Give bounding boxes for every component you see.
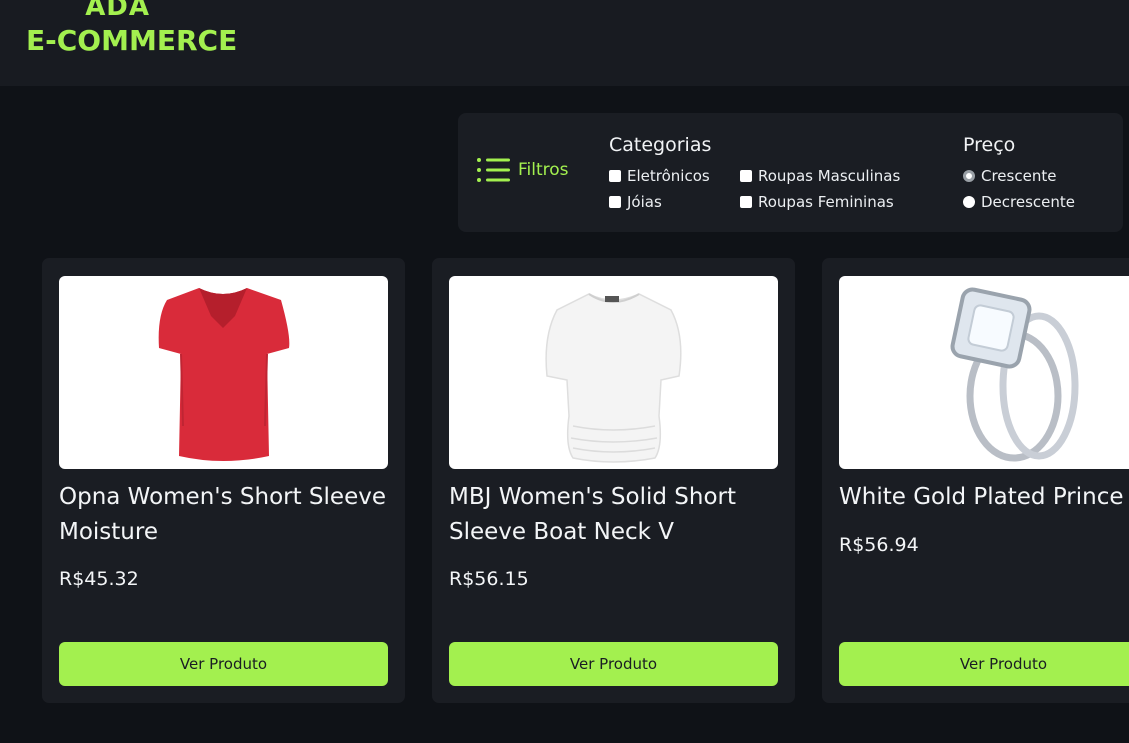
product-title[interactable]: White Gold Plated Prince [839,480,1129,515]
logo-line-1: ADA [85,0,151,22]
list-menu-icon [477,158,510,182]
product-image[interactable] [839,276,1129,469]
price-title: Preço [963,134,1016,156]
logo[interactable]: ADA E-COMMERCE [26,0,237,58]
filters-label: Filtros [518,160,569,180]
ring-image [950,287,1079,462]
header: ADA E-COMMERCE [0,0,1129,86]
view-product-button[interactable]: Ver Produto [839,642,1129,686]
product-card: Opna Women's Short Sleeve Moisture R$45.… [42,258,405,703]
product-card: White Gold Plated Prince R$56.94 Ver Pro… [822,258,1129,703]
white-top-image [545,293,682,463]
checkbox[interactable] [740,170,752,182]
category-label: Roupas Femininas [758,193,894,211]
red-tshirt-image [158,288,290,461]
category-roupas-masculinas[interactable]: Roupas Masculinas [740,167,900,185]
price-decrescente[interactable]: Decrescente [963,193,1075,211]
category-label: Roupas Masculinas [758,167,901,185]
price-option-label: Crescente [981,167,1057,185]
category-label: Jóias [627,193,662,211]
category-label: Eletrônicos [627,167,710,185]
checkbox[interactable] [609,196,621,208]
view-product-button[interactable]: Ver Produto [59,642,388,686]
product-title[interactable]: Opna Women's Short Sleeve Moisture [59,480,389,550]
filters-panel: Filtros Categorias Eletrônicos Roupas Ma… [458,113,1123,232]
logo-line-2: E-COMMERCE [26,24,238,57]
category-roupas-femininas[interactable]: Roupas Femininas [740,193,894,211]
radio-button[interactable] [963,196,975,208]
view-product-button[interactable]: Ver Produto [449,642,778,686]
category-joias[interactable]: Jóias [609,193,662,211]
price-crescente[interactable]: Crescente [963,167,1056,185]
product-price: R$45.32 [59,568,139,590]
checkbox[interactable] [740,196,752,208]
product-price: R$56.15 [449,568,529,590]
product-image[interactable] [59,276,388,469]
product-image[interactable] [449,276,778,469]
product-title[interactable]: MBJ Women's Solid Short Sleeve Boat Neck… [449,480,779,550]
price-option-label: Decrescente [981,193,1075,211]
radio-button-selected[interactable] [963,170,975,182]
filters-toggle[interactable]: Filtros [476,157,569,183]
category-eletronicos[interactable]: Eletrônicos [609,167,710,185]
categories-title: Categorias [609,134,712,156]
product-price: R$56.94 [839,534,919,556]
checkbox[interactable] [609,170,621,182]
product-card: MBJ Women's Solid Short Sleeve Boat Neck… [432,258,795,703]
